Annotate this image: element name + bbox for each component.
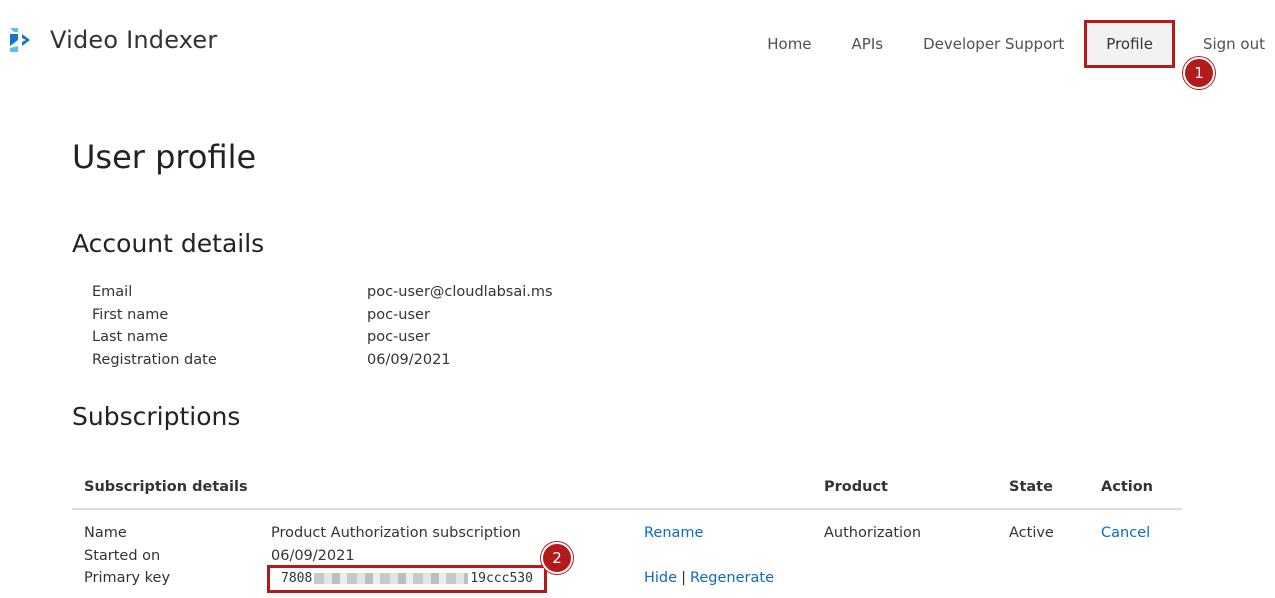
detail-row-registration-date: Registration date 06/09/2021 xyxy=(92,349,553,372)
subscriptions-table: Subscription details Product State Actio… xyxy=(72,466,1182,594)
column-subscription-details: Subscription details xyxy=(84,479,248,495)
nav-developer-support[interactable]: Developer Support xyxy=(903,22,1084,66)
nav-apis[interactable]: APIs xyxy=(832,22,904,66)
detail-row-first-name: First name poc-user xyxy=(92,304,553,327)
state-value: Active xyxy=(1009,525,1054,541)
product-value: Authorization xyxy=(824,525,922,541)
nav-profile[interactable]: Profile xyxy=(1084,20,1175,68)
primary-key-value: 7808 19ccc530 xyxy=(267,565,547,594)
primary-key-suffix: 19ccc530 xyxy=(470,571,533,587)
primary-key-redacted xyxy=(314,573,469,585)
last-name-label: Last name xyxy=(92,329,168,346)
started-on-label: Started on xyxy=(84,547,161,564)
state-cell: Active xyxy=(997,522,1089,590)
rename-link[interactable]: Rename xyxy=(644,522,703,545)
email-label: Email xyxy=(92,284,133,300)
primary-key-prefix: 7808 xyxy=(281,571,313,587)
regenerate-key-link[interactable]: Regenerate xyxy=(690,567,774,590)
callout-marker-1: 1 xyxy=(1183,57,1215,89)
primary-key-cell: 7808 19ccc530 xyxy=(267,565,644,594)
app-name: Video Indexer xyxy=(50,26,218,54)
primary-key-label: Primary key xyxy=(84,570,171,587)
column-state: State xyxy=(1009,479,1053,495)
callout-marker-2: 2 xyxy=(541,542,573,574)
app-logo[interactable]: Video Indexer xyxy=(8,24,217,56)
first-name-value: poc-user xyxy=(367,306,430,323)
product-cell: Authorization xyxy=(812,522,997,590)
started-on-value: 06/09/2021 xyxy=(271,547,355,564)
registration-date-label: Registration date xyxy=(92,351,217,368)
link-separator: | xyxy=(681,570,686,587)
page-title: User profile xyxy=(72,138,257,176)
cancel-link[interactable]: Cancel xyxy=(1101,522,1150,545)
first-name-label: First name xyxy=(92,306,169,323)
email-value: poc-user@cloudlabsai.ms xyxy=(367,284,553,300)
nav-home[interactable]: Home xyxy=(747,22,831,66)
video-indexer-logo-icon xyxy=(10,28,30,52)
column-action: Action xyxy=(1101,479,1154,495)
subscriptions-heading: Subscriptions xyxy=(72,402,241,431)
detail-row-last-name: Last name poc-user xyxy=(92,326,553,349)
subscription-name-row: Name Product Authorization subscription … xyxy=(84,522,812,545)
table-row: Name Product Authorization subscription … xyxy=(72,510,1182,594)
action-cell: Cancel xyxy=(1089,522,1182,590)
hide-key-link[interactable]: Hide xyxy=(644,567,677,590)
account-details: Email poc-user@cloudlabsai.ms First name… xyxy=(92,281,553,371)
registration-date-value: 06/09/2021 xyxy=(367,351,451,368)
primary-key-row: Primary key 7808 19ccc530 Hide | Regenera… xyxy=(84,565,812,594)
last-name-value: poc-user xyxy=(367,329,430,346)
column-product: Product xyxy=(824,479,888,495)
subscription-details-cell: Name Product Authorization subscription … xyxy=(72,522,812,594)
subscription-name-label: Name xyxy=(84,525,127,541)
started-on-row: Started on 06/09/2021 xyxy=(84,545,812,568)
detail-row-email: Email poc-user@cloudlabsai.ms xyxy=(92,281,553,304)
subscriptions-table-header: Subscription details Product State Actio… xyxy=(72,466,1182,510)
account-details-heading: Account details xyxy=(72,229,265,258)
subscription-name-value: Product Authorization subscription xyxy=(271,525,521,541)
